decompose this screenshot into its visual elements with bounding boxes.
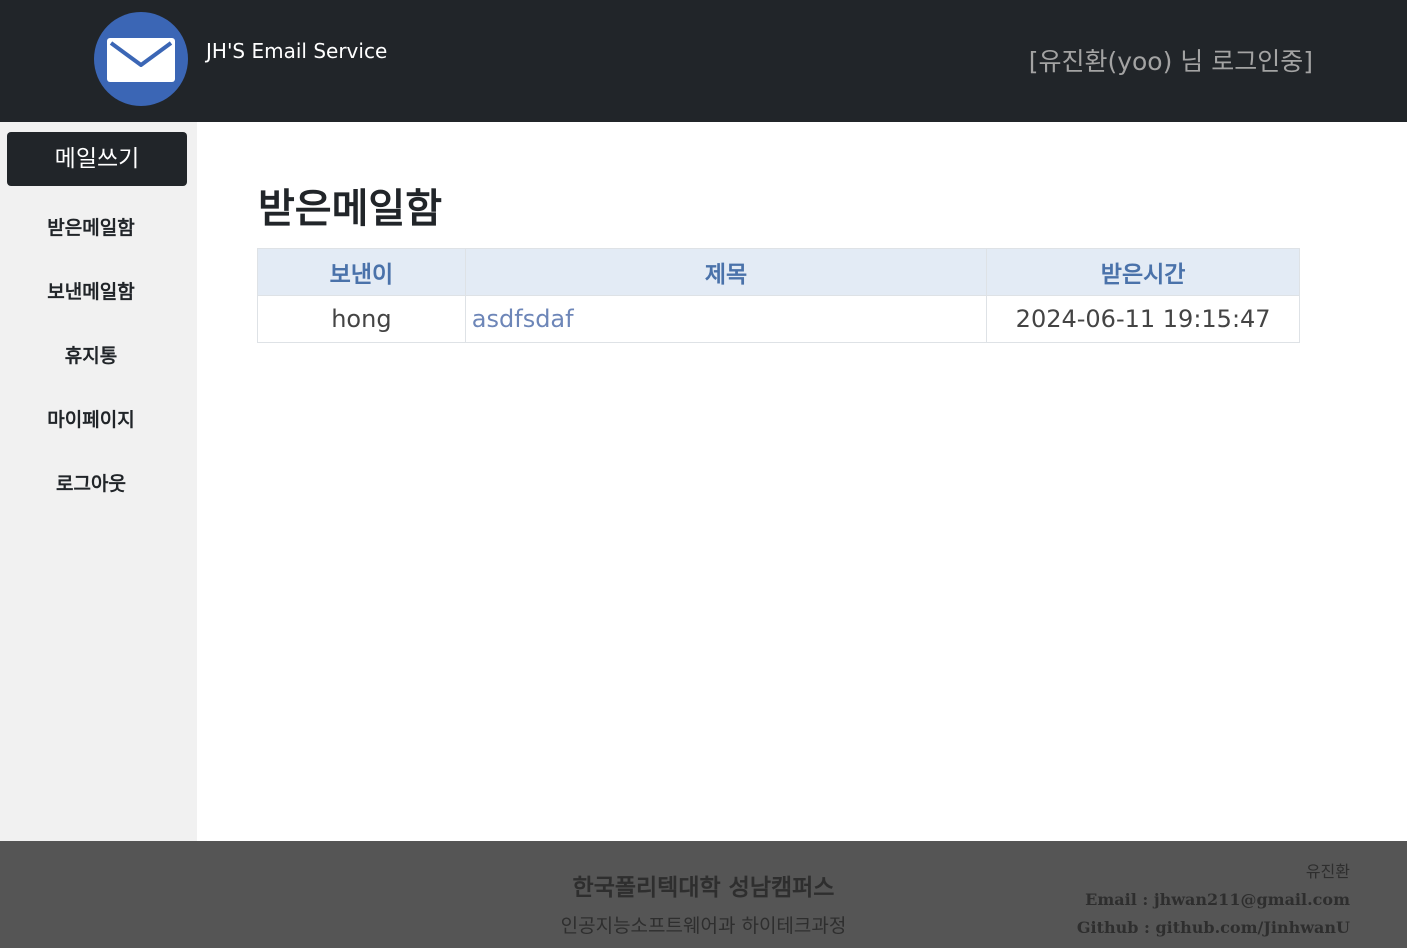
footer: 한국폴리텍대학 성남캠퍼스 인공지능소프트웨어과 하이테크과정 유진환 Emai… [0,841,1407,948]
cell-subject: asdfsdaf [464,295,988,343]
sidebar-item-mypage[interactable]: 마이페이지 [0,405,182,432]
site-title[interactable]: JH'S Email Service [206,39,387,63]
sidebar-item-inbox[interactable]: 받은메일함 [0,213,182,240]
header: JH'S Email Service [유진환(yoo) 님 로그인중] [0,0,1407,122]
column-header-subject: 제목 [464,248,988,296]
envelope-icon [107,38,175,82]
sidebar: 메일쓰기 받은메일함 보낸메일함 휴지통 마이페이지 로그아웃 [0,122,197,841]
table-row[interactable]: hong asdfsdaf 2024-06-11 19:15:47 [257,295,1300,343]
author-name: 유진환 [1305,862,1350,881]
sidebar-item-logout[interactable]: 로그아웃 [0,469,182,496]
author-email: Email : jhwan211@gmail.com [1085,890,1350,909]
logo[interactable] [94,12,188,106]
column-header-received: 받은시간 [986,248,1300,296]
compose-mail-button[interactable]: 메일쓰기 [7,132,187,186]
cell-sender: hong [257,295,466,343]
page-title: 받은메일함 [258,186,442,232]
table-header-row: 보낸이 제목 받은시간 [257,248,1300,296]
mail-table: 보낸이 제목 받은시간 hong asdfsdaf 2024-06-11 19:… [257,248,1300,343]
subject-link[interactable]: asdfsdaf [472,305,574,333]
sidebar-item-sent[interactable]: 보낸메일함 [0,277,182,304]
cell-received: 2024-06-11 19:15:47 [986,295,1300,343]
main-content: 받은메일함 보낸이 제목 받은시간 hong asdfsdaf 2024-06-… [197,122,1407,841]
column-header-sender: 보낸이 [257,248,466,296]
sidebar-item-trash[interactable]: 휴지통 [0,341,182,368]
author-info: 유진환 Email : jhwan211@gmail.com Github : … [1077,858,1350,942]
author-github: Github : github.com/JinhwanU [1076,918,1350,937]
login-status: [유진환(yoo) 님 로그인중] [1028,47,1313,76]
